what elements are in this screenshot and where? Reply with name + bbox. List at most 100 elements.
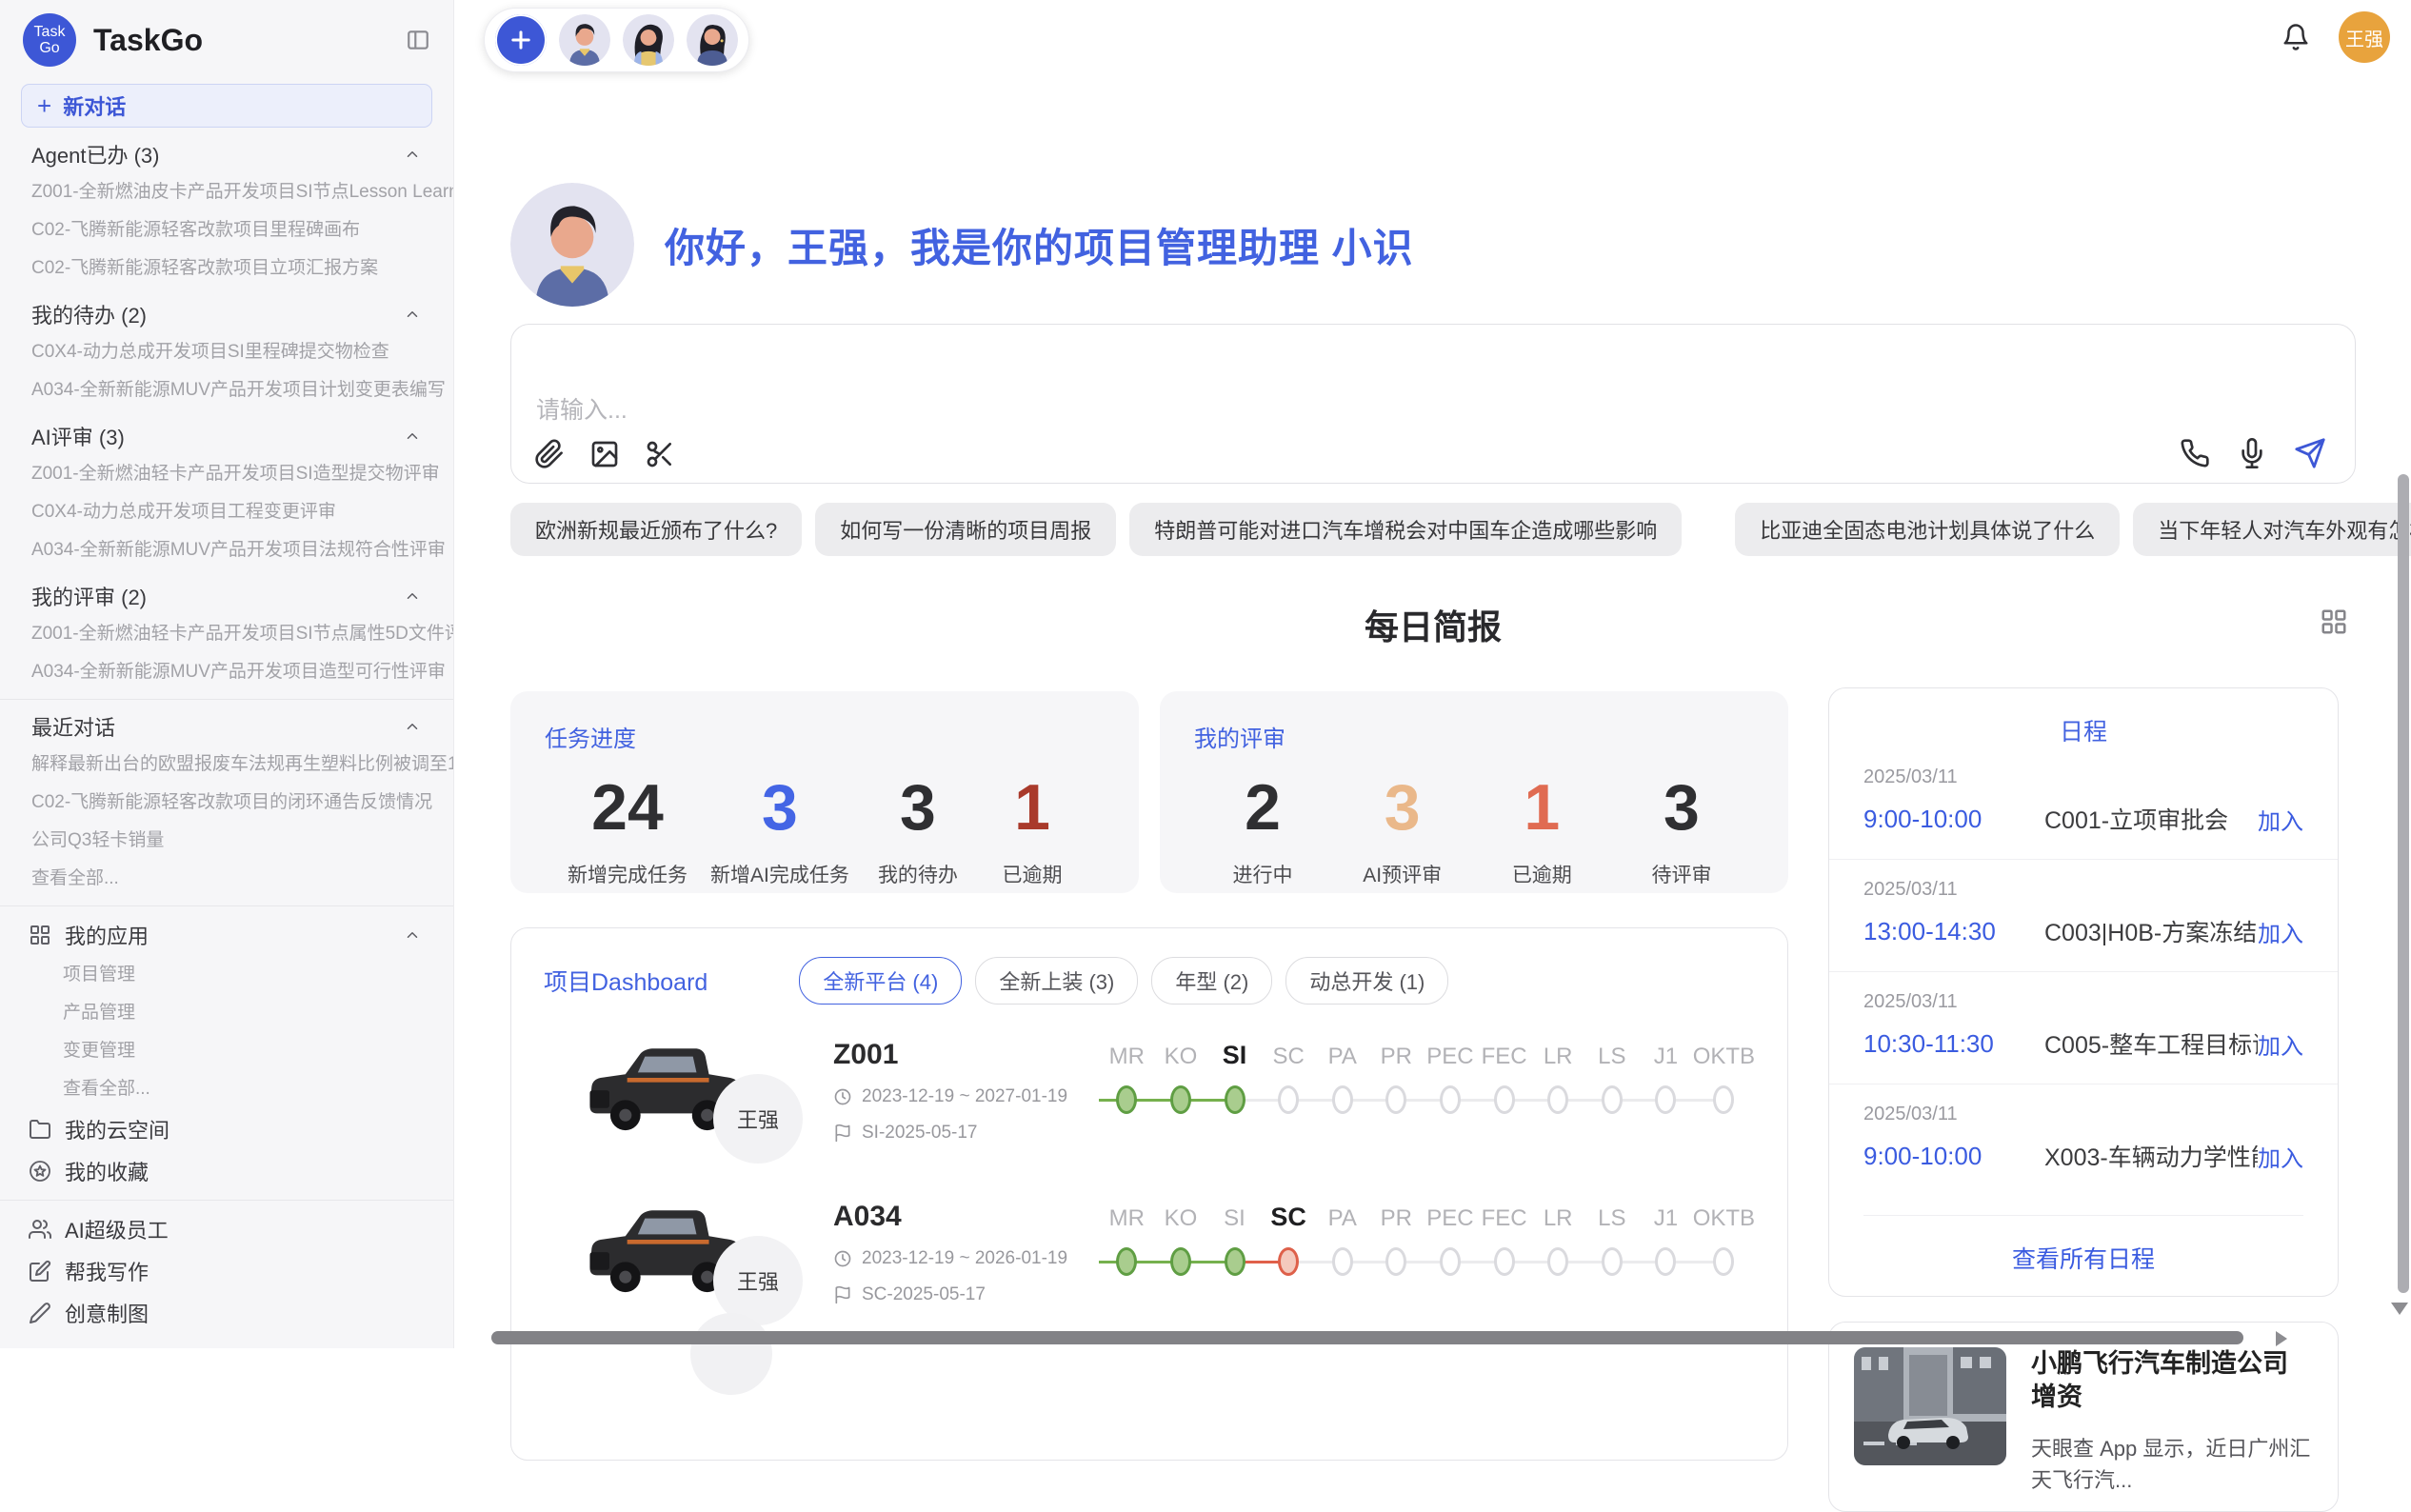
suggestion-chip[interactable]: 如何写一份清晰的项目周报 [815, 503, 1116, 556]
attachment-icon[interactable] [534, 439, 565, 469]
milestone-node [1385, 1247, 1406, 1276]
agent-avatar-2[interactable] [623, 14, 674, 66]
sidebar-item[interactable]: C0X4-动力总成开发项目工程变更评审 [0, 493, 453, 531]
sidebar-app-item[interactable]: 查看全部... [0, 1070, 453, 1108]
sidebar-item[interactable]: C02-飞腾新能源轻客改款项目里程碑画布 [0, 211, 453, 249]
stat-label: 待评审 [1636, 860, 1727, 888]
image-upload-icon[interactable] [589, 439, 620, 469]
dashboard-tab[interactable]: 动总开发 (1) [1285, 957, 1448, 1005]
sidebar-group-header[interactable]: 最近对话 [0, 707, 453, 746]
notifications-bell-icon[interactable] [2281, 23, 2310, 51]
project-row[interactable]: 王强 A034 2023-12-19 ~ 2026-01-19 SC-2025-… [511, 1178, 1787, 1328]
add-agent-button[interactable] [495, 14, 547, 66]
screenshot-scissors-icon[interactable] [645, 439, 675, 469]
sidebar-link[interactable]: 我的云空间 [0, 1108, 453, 1150]
stat-card: 任务进度 24 新增完成任务 3 新增AI完成任务 3 我的待办 1 已逾期 [510, 691, 1139, 893]
schedule-join-link[interactable]: 加入 [2258, 1027, 2303, 1061]
write-icon [29, 1260, 51, 1283]
dashboard-title: 项目Dashboard [544, 964, 707, 998]
sidebar-app-item[interactable]: 产品管理 [0, 994, 453, 1032]
sidebar-item[interactable]: A034-全新新能源MUV产品开发项目法规符合性评审 [0, 531, 453, 569]
assistant-avatar [510, 183, 634, 307]
suggestion-chip[interactable]: 当下年轻人对汽车外观有怎样的喜好趋势 [2133, 503, 2411, 556]
app-logo: Task Go [23, 13, 76, 67]
plus-icon: + [37, 93, 51, 118]
sidebar-item[interactable]: A034-全新新能源MUV产品开发项目造型可行性评审 [0, 653, 453, 691]
right-column: 日程 2025/03/11 9:00-10:00 C001-立项审批会 加入 2… [1828, 687, 2339, 1512]
layout-grid-icon[interactable] [2320, 607, 2348, 636]
vertical-scrollbar-thumb[interactable] [2398, 474, 2409, 1293]
sidebar-group-title: 最近对话 [31, 711, 115, 742]
sidebar-app-item[interactable]: 变更管理 [0, 1032, 453, 1070]
schedule-join-link[interactable]: 加入 [2258, 1140, 2303, 1173]
sidebar-group-header[interactable]: Agent已办 (3) [0, 135, 453, 173]
view-all-schedule-link[interactable]: 查看所有日程 [1863, 1215, 2303, 1275]
pen-icon [29, 1302, 51, 1324]
scroll-down-arrow[interactable] [2391, 1303, 2408, 1315]
sidebar-item[interactable]: Z001-全新燃油轻卡产品开发项目SI造型提交物评审 [0, 455, 453, 493]
sidebar-item[interactable]: 查看全部... [0, 860, 453, 898]
sidebar-link[interactable]: 创意制图 [0, 1292, 453, 1334]
chevron-up-icon[interactable] [404, 428, 421, 445]
dashboard-tab[interactable]: 全新平台 (4) [799, 957, 962, 1005]
sidebar-item[interactable]: C0X4-动力总成开发项目SI里程碑提交物检查 [0, 333, 453, 371]
project-row[interactable]: 王强 Z001 2023-12-19 ~ 2027-01-19 SI-2025-… [511, 1016, 1787, 1166]
sidebar-group-header[interactable]: 我的评审 (2) [0, 577, 453, 615]
user-avatar[interactable]: 王强 [2339, 11, 2390, 63]
chevron-up-icon[interactable] [404, 587, 421, 605]
chevron-up-icon[interactable] [404, 146, 421, 163]
agent-avatar-1[interactable] [559, 14, 610, 66]
scroll-right-arrow[interactable] [2276, 1331, 2287, 1346]
sidebar-item[interactable]: Z001-全新燃油皮卡产品开发项目SI节点Lesson Learn报告 [0, 173, 453, 211]
microphone-icon[interactable] [2237, 438, 2267, 468]
horizontal-scrollbar-thumb[interactable] [491, 1331, 2243, 1344]
sidebar-app-item[interactable]: 项目管理 [0, 956, 453, 994]
dashboard-tab[interactable]: 全新上装 (3) [975, 957, 1138, 1005]
sidebar-link-label: 创意制图 [65, 1298, 149, 1328]
milestone: OKTB [1693, 1034, 1755, 1148]
sidebar-link[interactable]: 我的收藏 [0, 1150, 453, 1192]
chevron-up-icon[interactable] [404, 306, 421, 323]
sidebar-item[interactable]: 解释最新出台的欧盟报废车法规再生塑料比例被调至15%... [0, 746, 453, 784]
sidebar-group-header[interactable]: AI评审 (3) [0, 417, 453, 455]
chevron-up-icon[interactable] [404, 926, 421, 944]
schedule-join-link[interactable]: 加入 [2258, 803, 2303, 836]
schedule-join-link[interactable]: 加入 [2258, 915, 2303, 948]
new-chat-button[interactable]: + 新对话 [21, 84, 432, 128]
schedule-date: 2025/03/11 [1863, 766, 2303, 788]
news-card[interactable]: 小鹏飞行汽车制造公司增资 天眼查 App 显示，近日广州汇天飞行汽... [1828, 1322, 2339, 1512]
send-icon[interactable] [2294, 437, 2326, 469]
sidebar-group-header[interactable]: 我的待办 (2) [0, 295, 453, 333]
stat-label: 新增AI完成任务 [710, 860, 849, 888]
stat-value: 2 [1217, 770, 1308, 845]
chat-input-box[interactable]: 请输入... [510, 324, 2356, 484]
sidebar-item[interactable]: C02-飞腾新能源轻客改款项目立项汇报方案 [0, 249, 453, 288]
sidebar-link[interactable]: AI超级员工 [0, 1208, 453, 1250]
chevron-up-icon[interactable] [404, 718, 421, 735]
agent-avatar-3[interactable] [687, 14, 738, 66]
stat-value: 3 [1636, 770, 1727, 845]
milestone: PEC [1424, 1034, 1478, 1148]
milestone: FEC [1477, 1034, 1531, 1148]
sidebar-item[interactable]: C02-飞腾新能源轻客改款项目的闭环通告反馈情况 [0, 784, 453, 822]
stat-label: AI预评审 [1357, 860, 1448, 888]
sidebar-item[interactable]: 公司Q3轻卡销量 [0, 822, 453, 860]
collapse-sidebar-icon[interactable] [406, 28, 430, 52]
sidebar-item[interactable]: Z001-全新燃油轻卡产品开发项目SI节点属性5D文件评审 [0, 615, 453, 653]
dashboard-tab[interactable]: 年型 (2) [1151, 957, 1272, 1005]
suggestion-chip[interactable]: 比亚迪全固态电池计划具体说了什么 [1735, 503, 2120, 556]
voice-call-icon[interactable] [2180, 438, 2210, 468]
suggestion-chip[interactable]: 特朗普可能对进口汽车增税会对中国车企造成哪些影响 [1129, 503, 1682, 556]
milestone-node [1332, 1085, 1353, 1114]
suggestion-chip[interactable]: 欧洲新规最近颁布了什么? [510, 503, 802, 556]
milestone-label: LR [1544, 1196, 1573, 1232]
milestone-track: MR KO SI SC PA [1100, 1034, 1755, 1148]
sidebar-item[interactable]: A034-全新新能源MUV产品开发项目计划变更表编写 [0, 371, 453, 409]
sidebar-apps-header[interactable]: 我的应用 [0, 914, 453, 956]
sidebar-link[interactable]: 帮我写作 [0, 1250, 453, 1292]
milestone-node [1116, 1247, 1137, 1276]
milestone-node [1278, 1085, 1299, 1114]
news-title: 小鹏飞行汽车制造公司增资 [2031, 1347, 2313, 1414]
schedule-date: 2025/03/11 [1863, 879, 2303, 901]
schedule-card: 日程 2025/03/11 9:00-10:00 C001-立项审批会 加入 2… [1828, 687, 2339, 1297]
